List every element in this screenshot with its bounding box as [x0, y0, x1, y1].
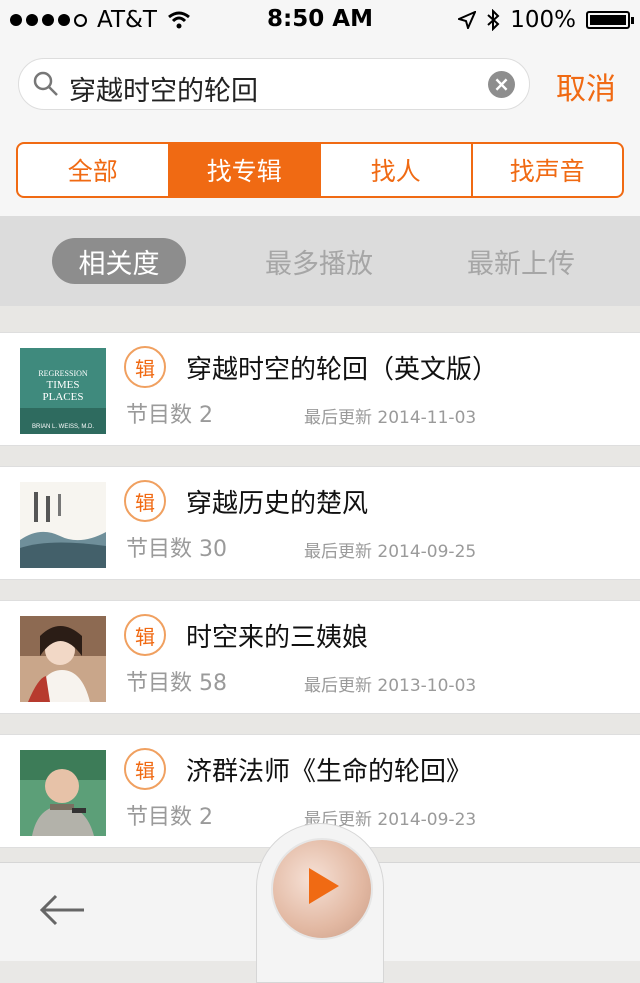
album-badge: 辑 [124, 346, 166, 388]
status-bar: AT&T 8:50 AM 100% [0, 0, 640, 40]
sort-bar: 相关度 最多播放 最新上传 [0, 216, 640, 306]
tab-people[interactable]: 找人 [321, 144, 473, 196]
search-icon [33, 71, 58, 96]
location-icon [458, 11, 477, 29]
last-updated: 最后更新 2014-09-25 [304, 542, 477, 562]
album-badge: 辑 [124, 748, 166, 790]
sort-relevance[interactable]: 相关度 [52, 238, 186, 284]
episode-count: 节目数 58 [126, 671, 227, 696]
search-input[interactable]: 穿越时空的轮回 × [18, 58, 530, 110]
play-icon [309, 868, 339, 904]
album-cover: REGRESSION TIMES PLACES BRIAN L. WEISS, … [20, 348, 106, 434]
clear-icon[interactable]: × [488, 71, 515, 98]
player-dock [256, 823, 384, 983]
album-cover [20, 750, 106, 836]
svg-text:REGRESSION: REGRESSION [38, 369, 88, 378]
sort-most-played[interactable]: 最多播放 [252, 238, 386, 284]
tab-sounds[interactable]: 找声音 [473, 144, 623, 196]
battery-percent: 100% [510, 7, 576, 33]
status-right: 100% [458, 7, 634, 33]
bluetooth-icon [487, 9, 500, 31]
back-arrow-icon[interactable] [40, 893, 86, 927]
svg-text:TIMES: TIMES [47, 379, 80, 391]
album-title: 时空来的三姨娘 [186, 623, 369, 653]
tab-all[interactable]: 全部 [18, 144, 170, 196]
now-playing-button[interactable] [271, 838, 373, 940]
list-item[interactable]: REGRESSION TIMES PLACES BRIAN L. WEISS, … [0, 332, 640, 446]
search-query: 穿越时空的轮回 [69, 76, 258, 107]
list-item[interactable]: 辑 时空来的三姨娘 节目数 58 最后更新 2013-10-03 [0, 600, 640, 714]
tab-albums[interactable]: 找专辑 [169, 144, 321, 196]
episode-count: 节目数 2 [126, 403, 213, 428]
episode-count: 节目数 2 [126, 805, 213, 830]
sort-newest[interactable]: 最新上传 [454, 238, 588, 284]
search-header: 穿越时空的轮回 × 取消 全部 找专辑 找人 找声音 [0, 40, 640, 216]
album-badge: 辑 [124, 614, 166, 656]
list-item[interactable]: 辑 穿越历史的楚风 节目数 30 最后更新 2014-09-25 [0, 466, 640, 580]
last-updated: 最后更新 2013-10-03 [304, 676, 477, 696]
search-type-tabs: 全部 找专辑 找人 找声音 [16, 142, 624, 198]
results-list: REGRESSION TIMES PLACES BRIAN L. WEISS, … [0, 306, 640, 862]
album-title: 穿越历史的楚风 [186, 489, 369, 519]
last-updated: 最后更新 2014-11-03 [304, 408, 477, 428]
episode-count: 节目数 30 [126, 537, 227, 562]
cancel-button[interactable]: 取消 [556, 64, 616, 108]
album-cover [20, 616, 106, 702]
album-cover [20, 482, 106, 568]
album-title: 穿越时空的轮回（英文版） [186, 355, 499, 385]
svg-text:BRIAN L. WEISS, M.D.: BRIAN L. WEISS, M.D. [32, 424, 94, 430]
svg-text:PLACES: PLACES [43, 391, 84, 403]
album-badge: 辑 [124, 480, 166, 522]
bottom-bar [0, 823, 640, 983]
album-title: 济群法师《生命的轮回》 [186, 757, 473, 787]
battery-icon [586, 11, 634, 29]
